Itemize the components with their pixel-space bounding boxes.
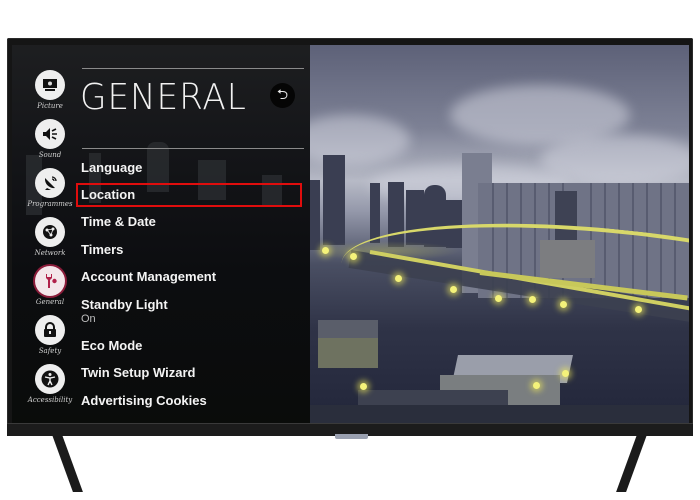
tv-stand-left-leg bbox=[51, 432, 83, 492]
menu-item-label: Eco Mode bbox=[81, 338, 143, 353]
menu-item-timers[interactable]: Timers bbox=[81, 239, 303, 263]
category-label: Safety bbox=[38, 347, 62, 355]
back-arrow-icon: ⮌ bbox=[276, 87, 289, 103]
standby-light-value: On bbox=[81, 313, 96, 325]
category-accessibility[interactable]: Accessibility bbox=[28, 364, 72, 404]
category-programmes[interactable]: Programmes bbox=[27, 168, 73, 208]
background-photo-cityscape bbox=[310, 45, 689, 423]
lock-icon bbox=[35, 315, 65, 345]
category-label: Network bbox=[34, 249, 66, 257]
category-label: Picture bbox=[37, 102, 63, 110]
category-label: Accessibility bbox=[27, 396, 73, 404]
satellite-dish-icon bbox=[35, 168, 65, 198]
menu-item-advertising-cookies[interactable]: Advertising Cookies bbox=[81, 390, 303, 414]
menu-item-label: Account Management bbox=[81, 269, 217, 284]
category-label: Programmes bbox=[27, 200, 73, 208]
menu-item-twin-setup-wizard[interactable]: Twin Setup Wizard bbox=[81, 362, 303, 386]
menu-item-label: Advertising Cookies bbox=[81, 393, 207, 408]
page-title: GENERAL bbox=[80, 77, 247, 118]
monitor-icon bbox=[35, 70, 65, 100]
category-sound[interactable]: Sound bbox=[30, 119, 70, 159]
menu-item-label: Standby Light bbox=[81, 297, 168, 312]
menu-item-label: Timers bbox=[81, 242, 124, 257]
category-picture[interactable]: Picture bbox=[30, 70, 70, 110]
tv-screen: GENERAL ⮌ Picture Sound Programmes Netwo… bbox=[12, 45, 689, 423]
menu-item-label: Twin Setup Wizard bbox=[81, 365, 196, 380]
menu-item-eco-mode[interactable]: Eco Mode bbox=[81, 335, 303, 359]
menu-item-standby-light[interactable]: Standby Light On bbox=[81, 294, 303, 326]
menu-item-language[interactable]: Language bbox=[81, 157, 303, 181]
tv-logo-tab bbox=[335, 434, 368, 439]
category-label: General bbox=[35, 298, 65, 306]
globe-network-icon bbox=[35, 217, 65, 247]
category-network[interactable]: Network bbox=[30, 217, 70, 257]
menu-item-time-date[interactable]: Time & Date bbox=[81, 211, 303, 235]
category-safety[interactable]: Safety bbox=[30, 315, 70, 355]
category-label: Sound bbox=[38, 151, 62, 159]
settings-menu-panel: GENERAL ⮌ Picture Sound Programmes Netwo… bbox=[12, 45, 310, 423]
location-highlight-box bbox=[76, 183, 302, 207]
back-button[interactable]: ⮌ bbox=[270, 83, 295, 108]
accessibility-person-icon bbox=[35, 364, 65, 394]
wrench-gear-icon bbox=[35, 266, 65, 296]
speaker-icon bbox=[35, 119, 65, 149]
tv-stand-right-leg bbox=[616, 432, 648, 492]
menu-item-account-management[interactable]: Account Management bbox=[81, 266, 303, 290]
menu-item-label: Language bbox=[81, 160, 143, 175]
menu-item-label: Time & Date bbox=[81, 214, 156, 229]
title-divider-top bbox=[82, 68, 304, 69]
category-general[interactable]: General bbox=[30, 266, 70, 306]
title-divider-bottom bbox=[82, 148, 304, 149]
